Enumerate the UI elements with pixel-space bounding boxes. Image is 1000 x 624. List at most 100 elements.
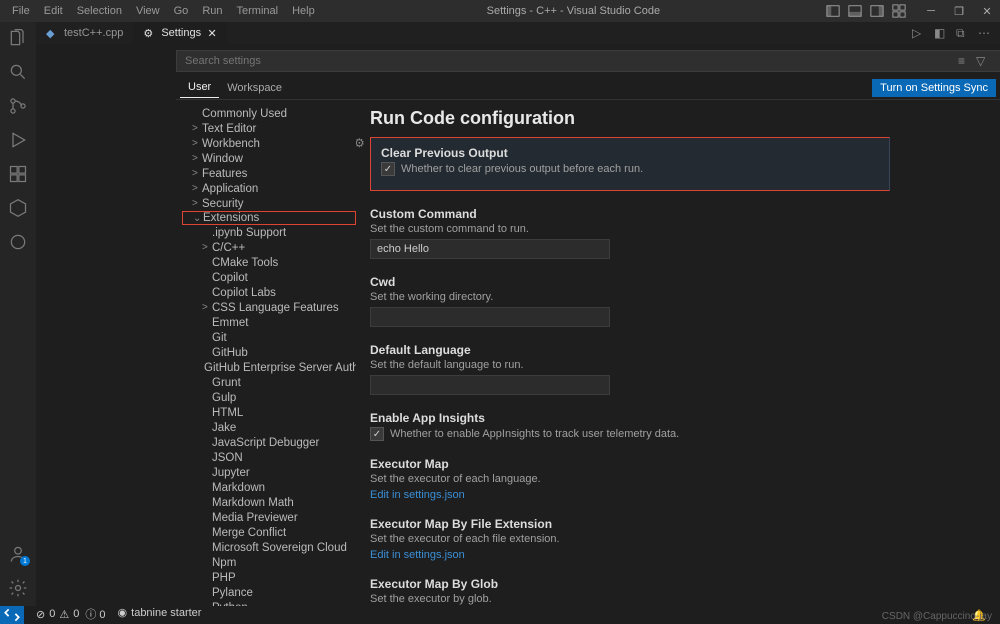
menu-file[interactable]: File <box>6 3 36 19</box>
setting-description: Set the custom command to run. <box>370 223 529 235</box>
menu-terminal[interactable]: Terminal <box>231 3 285 19</box>
scope-user-tab[interactable]: User <box>180 77 219 98</box>
filter-icon[interactable]: ▽ <box>976 54 988 68</box>
close-tab-icon[interactable]: ✕ <box>207 28 217 38</box>
remote-indicator-icon[interactable] <box>0 606 24 624</box>
manage-gear-icon[interactable] <box>8 578 28 598</box>
tree-item[interactable]: HTML <box>182 405 356 420</box>
setting-clear-previous-output: Clear Previous Output Whether to clear p… <box>370 137 890 191</box>
tree-item[interactable]: Commonly Used <box>182 106 356 121</box>
search-icon[interactable] <box>8 62 28 82</box>
tree-item[interactable]: GitHub Enterprise Server Authen... <box>182 360 356 375</box>
source-control-icon[interactable] <box>8 96 28 116</box>
toggle-primary-sidebar-icon[interactable] <box>826 4 840 18</box>
settings-body: Commonly Used>Text Editor>Workbench>Wind… <box>176 100 1000 606</box>
tree-item[interactable]: >CSS Language Features <box>182 300 356 315</box>
setting-enable-app-insights: Enable App Insights Whether to enable Ap… <box>370 411 890 441</box>
tree-item[interactable]: Merge Conflict <box>182 525 356 540</box>
tree-item[interactable]: .ipynb Support <box>182 225 356 240</box>
tree-item[interactable]: CMake Tools <box>182 255 356 270</box>
tree-item[interactable]: ⌄Extensions <box>182 211 356 225</box>
chevron-icon: > <box>192 138 200 149</box>
toggle-secondary-sidebar-icon[interactable] <box>870 4 884 18</box>
minimize-icon[interactable]: ─ <box>924 4 938 18</box>
run-icon[interactable]: ▷ <box>912 26 924 40</box>
chevron-icon: > <box>192 153 200 164</box>
more-actions-icon[interactable]: ⋯ <box>978 26 990 40</box>
tree-item[interactable]: Copilot Labs <box>182 285 356 300</box>
tree-item[interactable]: >Application <box>182 181 356 196</box>
tab-settings[interactable]: ⚙ Settings ✕ <box>133 22 227 44</box>
app-menu: File Edit Selection View Go Run Terminal… <box>6 3 321 19</box>
menu-run[interactable]: Run <box>196 3 228 19</box>
tree-item[interactable]: JSON <box>182 450 356 465</box>
tree-item[interactable]: Npm <box>182 555 356 570</box>
split-editor-icon[interactable]: ◧ <box>934 26 946 40</box>
tree-item[interactable]: >Text Editor <box>182 121 356 136</box>
tree-item[interactable]: Grunt <box>182 375 356 390</box>
setting-default-language: Default Language Set the default languag… <box>370 343 890 395</box>
problems-status[interactable]: ⊘0 ⚠0 ⓘ 0 <box>30 606 112 622</box>
tabnine-status[interactable]: ◉ tabnine starter <box>112 606 208 619</box>
tree-item[interactable]: Jake <box>182 420 356 435</box>
titlebar-controls: ─ ❐ ✕ <box>826 4 994 18</box>
remote-explorer-icon[interactable] <box>8 198 28 218</box>
edit-in-settings-json-link[interactable]: Edit in settings.json <box>370 549 465 561</box>
checkbox-app-insights[interactable] <box>370 427 384 441</box>
menu-go[interactable]: Go <box>168 3 195 19</box>
settings-content[interactable]: Run Code configuration ⚙ Clear Previous … <box>356 100 1000 606</box>
toggle-icon[interactable]: ⧉ <box>956 26 968 41</box>
chevron-icon: > <box>202 242 210 253</box>
default-language-input[interactable] <box>370 375 610 395</box>
scope-workspace-tab[interactable]: Workspace <box>219 78 290 98</box>
tree-item[interactable]: >Features <box>182 166 356 181</box>
tree-item[interactable]: >Workbench <box>182 136 356 151</box>
tree-item[interactable]: >Security <box>182 196 356 211</box>
tree-item[interactable]: Gulp <box>182 390 356 405</box>
extensions-icon[interactable] <box>8 164 28 184</box>
menu-selection[interactable]: Selection <box>71 3 128 19</box>
tree-item[interactable]: PHP <box>182 570 356 585</box>
settings-tree[interactable]: Commonly Used>Text Editor>Workbench>Wind… <box>176 100 356 606</box>
menu-edit[interactable]: Edit <box>38 3 69 19</box>
explorer-icon[interactable] <box>8 28 28 48</box>
tree-item-label: Jake <box>212 422 236 434</box>
chevron-icon: > <box>192 123 200 134</box>
menu-view[interactable]: View <box>130 3 166 19</box>
tabnine-icon[interactable] <box>8 232 28 252</box>
clear-search-icon[interactable]: ≡ <box>958 54 970 68</box>
tree-item[interactable]: Copilot <box>182 270 356 285</box>
tree-item[interactable]: Markdown Math <box>182 495 356 510</box>
tree-item-label: Media Previewer <box>212 512 298 524</box>
tree-item[interactable]: JavaScript Debugger <box>182 435 356 450</box>
tree-item[interactable]: Emmet <box>182 315 356 330</box>
menu-help[interactable]: Help <box>286 3 321 19</box>
accounts-icon[interactable]: 1 <box>8 544 28 564</box>
run-debug-icon[interactable] <box>8 130 28 150</box>
tree-item[interactable]: >Window <box>182 151 356 166</box>
tree-item-label: .ipynb Support <box>212 227 286 239</box>
setting-gear-icon[interactable]: ⚙ <box>356 136 368 150</box>
tree-item[interactable]: Jupyter <box>182 465 356 480</box>
tree-item[interactable]: GitHub <box>182 345 356 360</box>
tree-item-label: GitHub <box>212 347 248 359</box>
close-window-icon[interactable]: ✕ <box>980 4 994 18</box>
cwd-input[interactable] <box>370 307 610 327</box>
settings-search-input[interactable] <box>176 50 1000 72</box>
custom-command-input[interactable] <box>370 239 610 259</box>
tree-item-label: Application <box>202 183 258 195</box>
restore-icon[interactable]: ❐ <box>952 4 966 18</box>
tab-testcpp[interactable]: ◆ testC++.cpp <box>36 22 133 44</box>
tree-item[interactable]: Media Previewer <box>182 510 356 525</box>
tree-item[interactable]: Git <box>182 330 356 345</box>
chevron-icon: > <box>202 302 210 313</box>
checkbox-clear-previous[interactable] <box>381 162 395 176</box>
tree-item[interactable]: Microsoft Sovereign Cloud <box>182 540 356 555</box>
tree-item[interactable]: Markdown <box>182 480 356 495</box>
toggle-panel-icon[interactable] <box>848 4 862 18</box>
settings-sync-button[interactable]: Turn on Settings Sync <box>872 79 996 97</box>
tree-item[interactable]: Pylance <box>182 585 356 600</box>
customize-layout-icon[interactable] <box>892 4 906 18</box>
tree-item[interactable]: >C/C++ <box>182 240 356 255</box>
edit-in-settings-json-link[interactable]: Edit in settings.json <box>370 489 465 501</box>
